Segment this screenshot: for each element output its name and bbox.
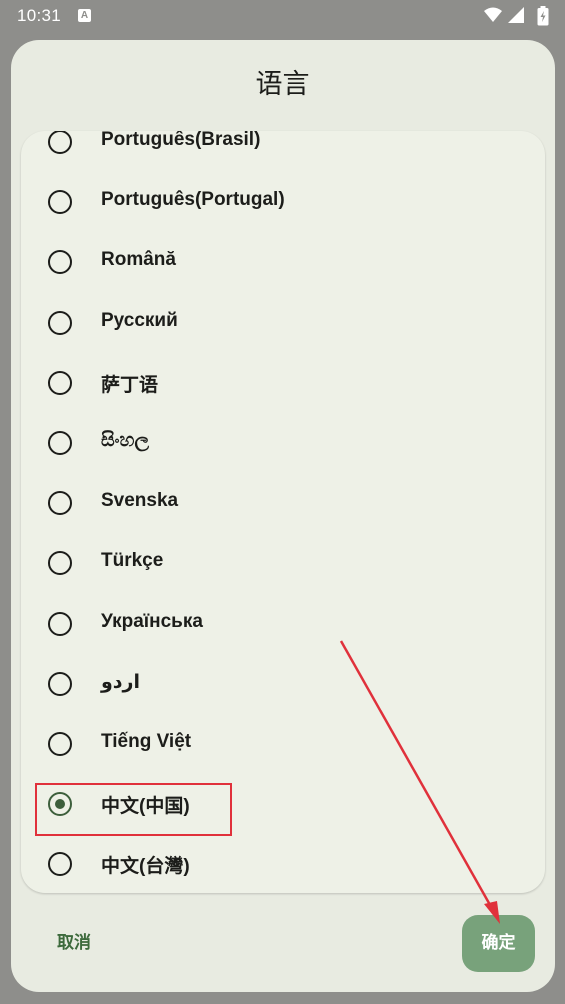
radio-unselected-icon[interactable] — [48, 310, 72, 335]
status-bar: 10:31 A — [0, 0, 565, 32]
language-option-label: Português(Portugal) — [101, 189, 285, 211]
language-option-label: Română — [101, 249, 176, 271]
language-option[interactable]: සිංහල — [21, 413, 545, 473]
language-option-label: Tiếng Việt — [101, 731, 192, 752]
language-option-label: Svenska — [101, 490, 179, 512]
dialog-title: 语言 — [255, 69, 310, 100]
language-list[interactable]: Português(Brasil) Português(Portugal) Româ… — [21, 131, 545, 893]
language-option-label: Português(Brasil) — [101, 131, 261, 150]
language-option-label: اردو — [101, 671, 141, 693]
language-option[interactable]: Tiếng Việt — [21, 714, 545, 774]
language-option-label: Українська — [101, 610, 203, 632]
radio-unselected-icon[interactable] — [48, 611, 72, 636]
language-option[interactable]: Українська — [21, 594, 545, 654]
language-option-label: 萨丁语 — [101, 374, 159, 396]
radio-unselected-icon[interactable] — [48, 250, 72, 275]
language-option[interactable]: Română — [21, 232, 545, 292]
language-option[interactable]: Svenska — [21, 473, 545, 533]
language-option[interactable]: Türkçe — [21, 533, 545, 593]
signal-icon — [508, 7, 524, 23]
radio-unselected-icon[interactable] — [48, 370, 72, 395]
language-option-label: සිංහල — [101, 430, 149, 451]
language-option[interactable]: Русский — [21, 293, 545, 353]
radio-unselected-icon[interactable] — [48, 551, 72, 576]
radio-unselected-icon[interactable] — [48, 732, 72, 756]
status-time: 10:31 — [17, 6, 62, 25]
language-option[interactable]: 萨丁语 — [21, 353, 545, 413]
radio-unselected-icon[interactable] — [48, 190, 72, 215]
language-option[interactable]: 中文(台灣) — [21, 834, 545, 893]
radio-unselected-icon[interactable] — [48, 131, 72, 154]
cancel-button[interactable]: 取消 — [44, 922, 104, 964]
language-option-label: Türkçe — [101, 550, 164, 572]
language-option-label: 中文(台灣) — [101, 856, 190, 878]
battery-charging-icon — [537, 6, 549, 26]
language-option[interactable]: Português(Portugal) — [21, 172, 545, 232]
wifi-icon — [484, 7, 502, 22]
language-option[interactable]: Português(Brasil) — [21, 131, 545, 172]
radio-unselected-icon[interactable] — [48, 431, 72, 455]
language-option-label: Русский — [101, 309, 178, 331]
notification-a-icon: A — [78, 9, 91, 22]
radio-unselected-icon[interactable] — [48, 671, 72, 696]
radio-unselected-icon[interactable] — [48, 491, 72, 516]
confirm-button[interactable]: 确定 — [462, 915, 535, 972]
annotation-highlight-box — [35, 783, 232, 836]
radio-unselected-icon[interactable] — [48, 852, 72, 877]
language-option[interactable]: اردو — [21, 654, 545, 714]
